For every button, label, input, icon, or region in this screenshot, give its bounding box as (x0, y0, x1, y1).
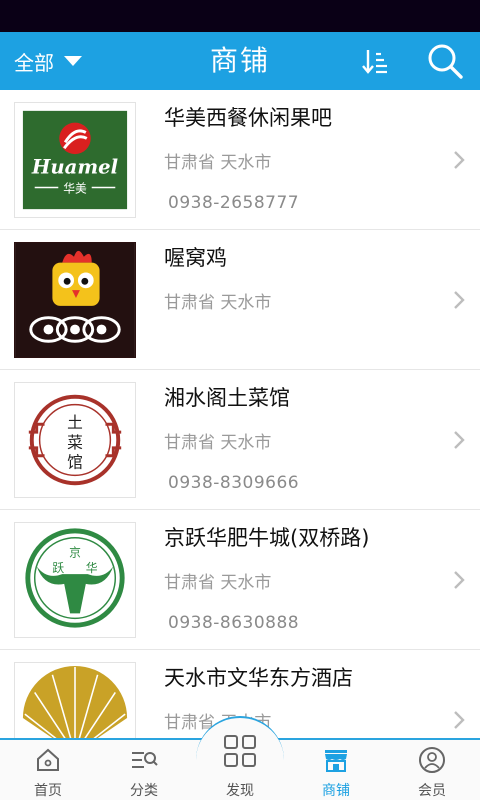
member-icon (419, 747, 445, 773)
shop-region: 甘肃省 天水市 (164, 293, 272, 313)
shop-region: 甘肃省 天水市 (164, 153, 272, 173)
tab-home[interactable]: 首页 (0, 740, 96, 800)
search-icon (428, 44, 463, 79)
svg-text:华: 华 (86, 561, 98, 575)
shop-list: Huamel 华美 华美西餐休闲果吧 甘肃省 天水市 0938-2658777 (0, 90, 480, 738)
sort-icon (362, 50, 387, 74)
top-nav-bar: 全部 商铺 (0, 32, 480, 90)
tab-label: 首页 (34, 783, 62, 799)
discover-icon[interactable] (223, 734, 257, 768)
home-icon (37, 748, 59, 771)
svg-text:京: 京 (69, 545, 81, 559)
category-filter-dropdown[interactable]: 全部 (14, 32, 82, 90)
svg-text:菜: 菜 (67, 433, 83, 452)
svg-text:Huamel: Huamel (31, 156, 118, 179)
tab-label: 发现 (226, 783, 254, 799)
shop-name: 湘水阁土菜馆 (164, 386, 290, 410)
svg-text:馆: 馆 (67, 453, 83, 472)
shop-region: 甘肃省 天水市 (164, 433, 272, 453)
shop-list-item[interactable]: Huamel 华美 华美西餐休闲果吧 甘肃省 天水市 0938-2658777 (0, 90, 480, 230)
tab-label: 商铺 (322, 783, 350, 799)
tab-shop[interactable]: 商铺 (288, 740, 384, 800)
shop-list-item[interactable]: 土 菜 馆 湘水阁土菜馆 甘肃省 天水市 0938-8309666 (0, 370, 480, 510)
chevron-right-icon (454, 431, 465, 449)
sort-button[interactable] (360, 44, 392, 78)
svg-text:华美: 华美 (63, 181, 87, 195)
filter-label: 全部 (14, 50, 54, 75)
chevron-right-icon (454, 291, 465, 309)
tab-member[interactable]: 会员 (384, 740, 480, 800)
shop-logo-huamei: Huamel 华美 (14, 102, 136, 218)
chevron-right-icon (454, 571, 465, 589)
shop-phone: 0938-8309666 (168, 473, 300, 493)
shop-phone: 0938-8630888 (168, 613, 300, 633)
shop-name: 喔窝鸡 (164, 246, 227, 270)
shop-list-item[interactable]: 喔窝鸡 甘肃省 天水市 (0, 230, 480, 370)
shop-region: 甘肃省 天水市 (164, 573, 272, 593)
caret-down-icon (64, 56, 82, 66)
shop-name: 京跃华肥牛城(双桥路) (164, 526, 370, 550)
status-bar (0, 0, 480, 32)
search-button[interactable] (424, 41, 466, 81)
shop-name: 华美西餐休闲果吧 (164, 106, 332, 130)
category-icon (132, 752, 158, 768)
shop-logo-jingyuehua: 京 跃 华 (14, 522, 136, 638)
tab-label: 会员 (418, 783, 446, 799)
shop-logo-wowoji (14, 242, 136, 358)
svg-text:土: 土 (67, 413, 83, 432)
chevron-right-icon (454, 711, 465, 729)
page-title: 商铺 (209, 44, 270, 77)
shop-logo-xiangshuige: 土 菜 馆 (14, 382, 136, 498)
shop-logo-wenhua (14, 662, 136, 738)
shop-phone: 0938-2658777 (168, 193, 300, 213)
tab-label: 分类 (130, 783, 158, 799)
svg-text:跃: 跃 (52, 561, 64, 575)
tab-category[interactable]: 分类 (96, 740, 192, 800)
shop-name: 天水市文华东方酒店 (164, 666, 353, 690)
shop-icon (325, 750, 347, 772)
chevron-right-icon (454, 151, 465, 169)
shop-list-item[interactable]: 京 跃 华 京跃华肥牛城(双桥路) 甘肃省 天水市 0938-8630888 (0, 510, 480, 650)
